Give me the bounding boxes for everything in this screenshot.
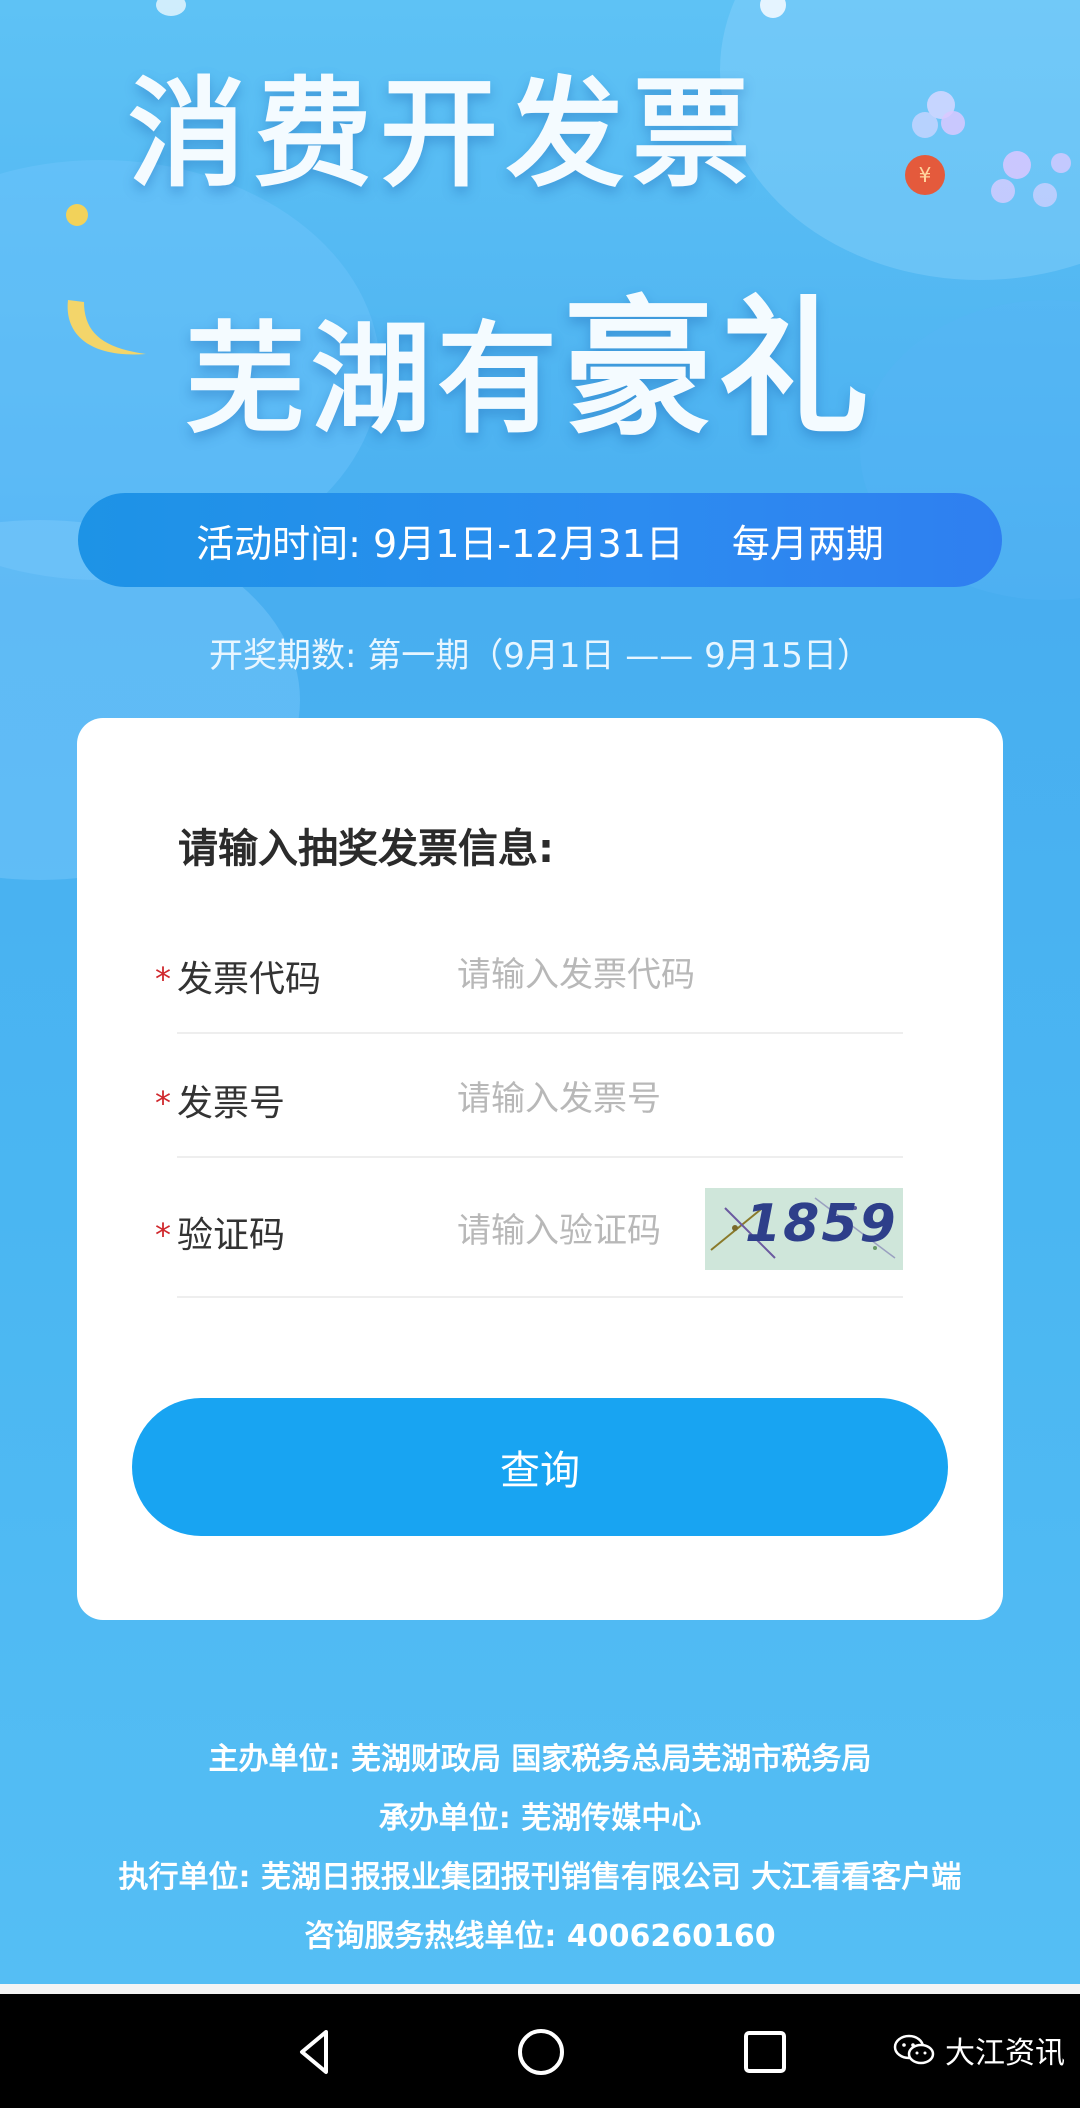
activity-frequency: 每月两期 <box>731 521 884 566</box>
required-mark: * <box>155 1084 171 1122</box>
invoice-form-card: 请输入抽奖发票信息: * 发票代码 * 发票号 * 验证码 <box>77 718 1003 1620</box>
lottery-page: ¥ 消费开发票 芜湖有豪礼 活动时间: 9月1日-12月31日 每月两期 开奖期… <box>0 0 1080 1984</box>
footer-info: 主办单位: 芜湖财政局 国家税务总局芜湖市税务局 承办单位: 芜湖传媒中心 执行… <box>0 1730 1080 1966</box>
recent-apps-icon[interactable] <box>737 2024 793 2080</box>
undertaker-text: 承办单位: 芜湖传媒中心 <box>378 1801 702 1836</box>
captcha-code: 1859 <box>745 1194 898 1254</box>
organizer-text: 主办单位: 芜湖财政局 国家税务总局芜湖市税务局 <box>208 1742 872 1777</box>
bubble-decoration <box>156 0 186 16</box>
system-navigation-bar: 大江资讯 <box>0 1994 1080 2108</box>
bottom-divider <box>0 1984 1080 1994</box>
activity-time-banner: 活动时间: 9月1日-12月31日 每月两期 <box>78 493 1002 587</box>
source-watermark: 大江资讯 <box>893 2028 1065 2072</box>
captcha-input[interactable] <box>455 1202 689 1260</box>
invoice-code-input[interactable] <box>455 946 759 1004</box>
invoice-code-label: 发票代码 <box>177 959 322 1000</box>
form-title: 请输入抽奖发票信息: <box>178 826 554 872</box>
captcha-field: * 验证码 1859 <box>155 1156 903 1298</box>
yellow-dot-decoration <box>66 204 88 226</box>
hero-subtitle: 芜湖有豪礼 <box>185 288 1005 453</box>
required-mark: * <box>155 960 171 998</box>
coin-decoration: ¥ <box>905 91 1071 207</box>
invoice-number-label: 发票号 <box>177 1083 286 1124</box>
hero-title: 消费开发票 <box>128 65 759 203</box>
executor-text: 执行单位: 芜湖日报报业集团报刊销售有限公司 大江看看客户端 <box>118 1860 962 1895</box>
invoice-code-field: * 发票代码 <box>155 908 903 1034</box>
home-icon[interactable] <box>513 2024 569 2080</box>
query-button[interactable]: 查询 <box>132 1398 948 1536</box>
wechat-icon <box>893 2034 935 2065</box>
invoice-number-input[interactable] <box>455 1070 759 1128</box>
watermark-text: 大江资讯 <box>945 2036 1065 2071</box>
hotline-text: 咨询服务热线单位: 4006260160 <box>304 1919 776 1954</box>
back-icon[interactable] <box>288 2024 344 2080</box>
hero-subtitle-emphasis: 豪礼 <box>563 283 876 457</box>
hero-subtitle-text: 芜湖有 <box>185 311 563 450</box>
svg-text:¥: ¥ <box>919 163 932 187</box>
draw-period: 开奖期数: 第一期（9月1日 —— 9月15日） <box>208 636 872 676</box>
activity-time: 活动时间: 9月1日-12月31日 <box>196 521 684 566</box>
captcha-image[interactable]: 1859 <box>705 1188 903 1270</box>
ribbon-decoration <box>67 300 146 355</box>
required-mark: * <box>155 1216 171 1254</box>
invoice-number-field: * 发票号 <box>155 1032 903 1158</box>
captcha-label: 验证码 <box>177 1215 286 1256</box>
